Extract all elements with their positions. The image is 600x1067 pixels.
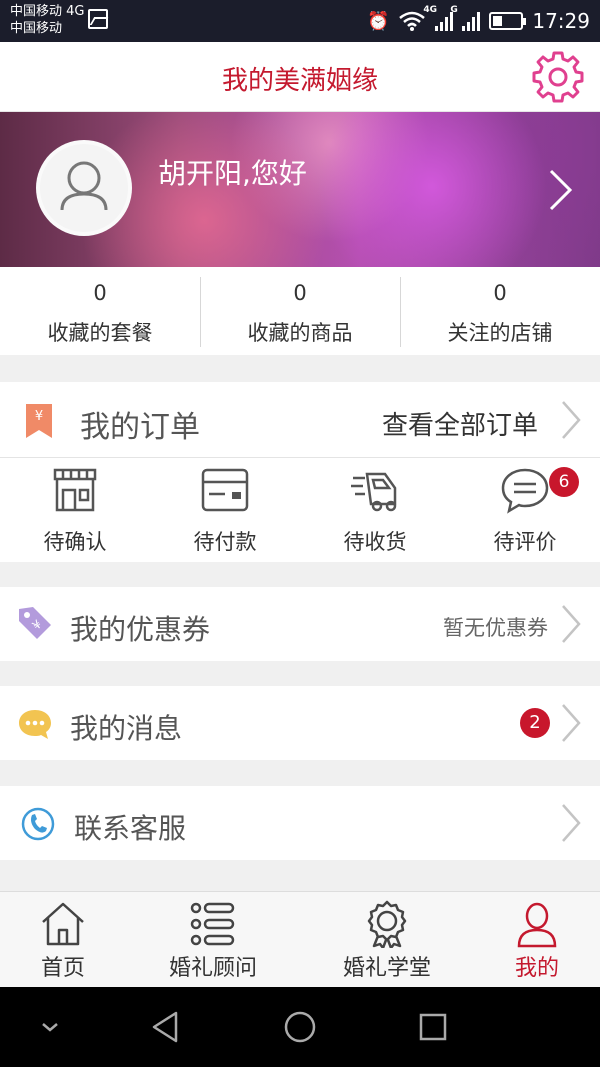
truck-icon: [351, 472, 397, 512]
tab-label: 首页: [40, 956, 85, 981]
wifi-icon: [399, 11, 426, 31]
card-icon: [201, 468, 249, 512]
shop-icon: [53, 468, 97, 512]
chevron-right-icon: [562, 401, 581, 439]
svg-text:¥: ¥: [35, 409, 43, 424]
profile-greeting: 胡开阳,您好: [158, 157, 307, 190]
carrier-line-2: 中国移动: [10, 21, 63, 36]
message-bubble-icon: [19, 710, 51, 739]
alarm-icon: ⏰: [366, 10, 390, 32]
status-bar: 中国移动 4G 中国移动 ⏰ 4G G 17:29: [0, 0, 600, 42]
orders-title: 我的订单: [80, 410, 200, 445]
coupon-tag-icon: ¥: [19, 607, 51, 639]
signal-g-icon: G: [450, 5, 481, 31]
network-g-label: G: [450, 5, 458, 15]
app-header: 我的美满姻缘: [0, 42, 600, 112]
notification-badge: 6: [549, 467, 579, 497]
tab-mine[interactable]: 我的: [474, 892, 600, 987]
order-status-label: 待收货: [343, 530, 407, 554]
chevron-right-icon: [562, 804, 581, 842]
stat-count: 0: [93, 281, 107, 305]
carrier-line-1: 中国移动 4G: [10, 4, 85, 19]
list-icon: [190, 902, 235, 946]
gear-icon[interactable]: [530, 48, 586, 104]
stat-label: 收藏的商品: [247, 321, 353, 345]
tab-label: 婚礼学堂: [342, 956, 431, 981]
tab-label: 婚礼顾问: [168, 956, 257, 981]
profile-banner[interactable]: 胡开阳,您好: [0, 112, 600, 267]
chevron-right-icon: [562, 605, 581, 643]
back-icon[interactable]: [146, 1007, 186, 1047]
chevron-right-icon: [562, 704, 581, 742]
order-pending-confirm[interactable]: 待确认: [0, 458, 150, 562]
messages-row[interactable]: 我的消息 2: [0, 686, 600, 760]
status-icons: ⏰ 4G G 17:29: [366, 5, 590, 35]
home-button-icon[interactable]: [280, 1007, 320, 1047]
coupons-label: 我的优惠券: [70, 613, 211, 646]
order-pending-payment[interactable]: 待付款: [150, 458, 300, 562]
chevron-down-icon[interactable]: [30, 1007, 70, 1047]
messages-badge: 2: [520, 708, 550, 738]
order-status-label: 待评价: [493, 530, 557, 554]
person-icon: [517, 902, 557, 948]
stat-favorite-products[interactable]: 0 收藏的商品: [200, 267, 400, 355]
medal-icon: [367, 900, 407, 948]
home-icon: [42, 902, 84, 946]
image-notification-icon: [88, 9, 108, 29]
page-title: 我的美满姻缘: [221, 66, 378, 96]
stat-favorite-packages[interactable]: 0 收藏的套餐: [0, 267, 200, 355]
yen-bookmark-icon: ¥: [26, 404, 52, 438]
user-avatar-icon: [60, 161, 108, 211]
orders-header[interactable]: ¥ 我的订单 查看全部订单: [0, 382, 600, 458]
tab-wedding-school[interactable]: 婚礼学堂: [300, 892, 474, 987]
order-status-label: 待确认: [43, 530, 107, 554]
coupons-row[interactable]: ¥ 我的优惠券 暂无优惠券: [0, 587, 600, 661]
customer-service-row[interactable]: 联系客服: [0, 786, 600, 860]
tab-home[interactable]: 首页: [0, 892, 126, 987]
stat-label: 关注的店铺: [447, 321, 553, 345]
tab-wedding-advisor[interactable]: 婚礼顾问: [126, 892, 300, 987]
orders-section: ¥ 我的订单 查看全部订单 待确认 待付款 待收货 6 待评价: [0, 382, 600, 562]
clock: 17:29: [532, 9, 590, 33]
chevron-right-icon[interactable]: [548, 168, 574, 212]
stat-label: 收藏的套餐: [47, 321, 153, 345]
order-status-label: 待付款: [193, 530, 257, 554]
carrier-info: 中国移动 4G 中国移动: [10, 3, 84, 37]
view-all-orders-link[interactable]: 查看全部订单: [382, 405, 538, 442]
comment-icon: [501, 468, 549, 514]
stat-followed-stores[interactable]: 0 关注的店铺: [400, 267, 600, 355]
battery-icon: [489, 12, 527, 30]
favorites-stats: 0 收藏的套餐 0 收藏的商品 0 关注的店铺: [0, 267, 600, 355]
avatar[interactable]: [36, 140, 132, 236]
system-navigation-bar: [0, 987, 600, 1067]
stat-count: 0: [293, 281, 307, 305]
messages-label: 我的消息: [70, 712, 183, 745]
recent-apps-icon[interactable]: [413, 1007, 453, 1047]
order-status-row: 待确认 待付款 待收货 6 待评价: [0, 458, 600, 562]
customer-service-label: 联系客服: [74, 812, 187, 845]
coupons-status: 暂无优惠券: [443, 616, 548, 640]
order-pending-delivery[interactable]: 待收货: [300, 458, 450, 562]
stat-count: 0: [493, 281, 507, 305]
network-4g-label: 4G: [423, 5, 438, 15]
phone-icon: [21, 807, 55, 841]
tab-label: 我的: [514, 956, 559, 981]
order-pending-review[interactable]: 6 待评价: [450, 458, 600, 562]
bottom-tab-bar: 首页 婚礼顾问 婚礼学堂 我的: [0, 891, 600, 987]
